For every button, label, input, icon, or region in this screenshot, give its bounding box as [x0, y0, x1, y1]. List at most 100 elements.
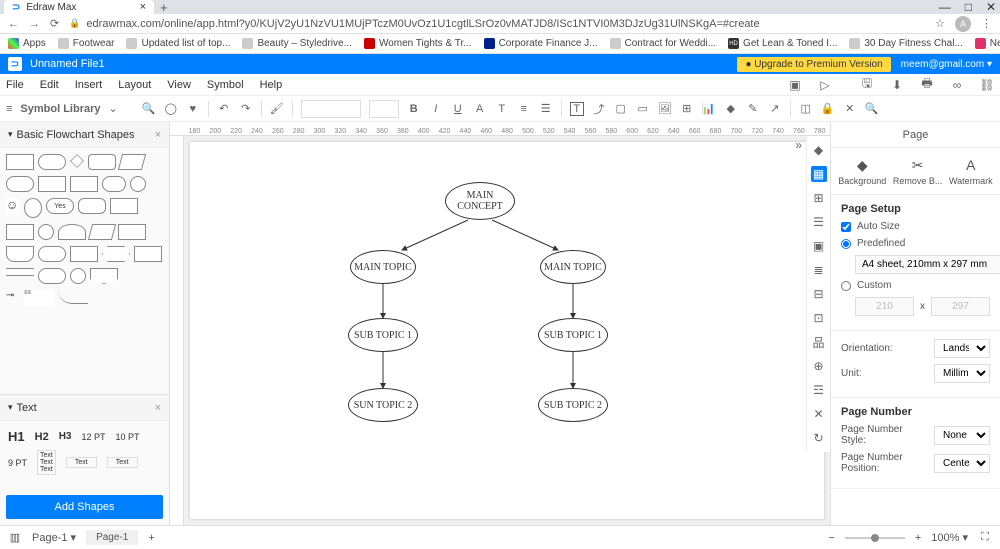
shape-item[interactable] — [6, 176, 34, 192]
node-sub-3[interactable]: SUN TOPIC 2 — [348, 388, 418, 422]
bookmark-item[interactable]: HDGet Lean & Toned I... — [728, 38, 837, 49]
tab-background[interactable]: ◆Background — [838, 156, 886, 186]
forward-icon[interactable]: → — [29, 18, 40, 30]
text-block[interactable]: Text — [107, 457, 138, 468]
menu-file[interactable]: File — [6, 79, 24, 91]
text-block[interactable]: Text — [66, 457, 97, 468]
text-format-icon[interactable]: T — [495, 102, 509, 116]
shape-item[interactable] — [6, 268, 34, 276]
shape-item[interactable] — [70, 176, 98, 192]
close-icon[interactable]: × — [140, 1, 146, 13]
minimize-icon[interactable]: — — [939, 0, 951, 14]
zoom-level[interactable]: 100% ▾ — [931, 531, 968, 544]
shape-item[interactable]: ≡≡ — [24, 290, 54, 306]
settings-icon[interactable]: ✕ — [811, 406, 827, 422]
shape-item[interactable]: Yes — [46, 198, 74, 214]
crop-icon[interactable]: ◫ — [799, 102, 813, 116]
h3-style[interactable]: H3 — [59, 431, 72, 442]
orientation-select[interactable]: Lands... — [934, 339, 990, 358]
menu-symbol[interactable]: Symbol — [207, 79, 244, 91]
redo-icon[interactable]: ↷ — [239, 102, 253, 116]
group-icon[interactable]: 品 — [811, 334, 827, 350]
shape-item[interactable] — [38, 176, 66, 192]
shape-item[interactable] — [118, 224, 146, 240]
search-icon[interactable]: 🔍 — [865, 102, 879, 116]
lock-icon[interactable]: 🔒 — [821, 102, 835, 116]
bold-icon[interactable]: B — [407, 102, 421, 116]
bookmark-item[interactable]: Negin Mirsalehi (@... — [975, 38, 1000, 49]
shape-item[interactable] — [110, 198, 138, 214]
h1-style[interactable]: H1 — [8, 429, 25, 444]
theme-tool-icon[interactable]: ▦ — [811, 166, 827, 182]
image-icon[interactable]: 🖼 — [658, 102, 672, 116]
shape-item[interactable] — [88, 224, 116, 240]
zoom-slider[interactable] — [845, 537, 905, 539]
node-main-2[interactable]: MAIN TOPIC — [540, 250, 606, 284]
menu-layout[interactable]: Layout — [118, 79, 151, 91]
predefined-radio[interactable] — [841, 239, 851, 249]
save-icon[interactable]: 🖫 — [860, 78, 874, 92]
shape-item[interactable] — [24, 198, 42, 218]
library-icon[interactable]: ≡ — [6, 103, 12, 115]
shape-item[interactable] — [6, 246, 34, 262]
link-icon[interactable]: ⛓ — [980, 78, 994, 92]
align-icon[interactable]: ≡ — [517, 102, 531, 116]
present-icon[interactable]: ▣ — [788, 78, 802, 92]
star-icon[interactable]: ☆ — [935, 17, 945, 30]
shape-item[interactable] — [38, 224, 54, 240]
shape-tool-icon[interactable]: ▢ — [614, 102, 628, 116]
shape-item[interactable] — [70, 246, 98, 262]
pt9-style[interactable]: 9 PT — [8, 458, 27, 468]
custom-radio[interactable] — [841, 281, 851, 291]
shape-item[interactable] — [102, 246, 130, 262]
layers-icon[interactable]: ≣ — [811, 262, 827, 278]
shape-item[interactable] — [58, 290, 88, 304]
page-tool-icon[interactable]: ▣ — [811, 238, 827, 254]
node-sub-4[interactable]: SUB TOPIC 2 — [538, 388, 608, 422]
paper-size-select[interactable] — [855, 255, 1000, 274]
h2-style[interactable]: H2 — [35, 431, 49, 443]
distribute-icon[interactable]: ⊡ — [811, 310, 827, 326]
auto-size-checkbox[interactable] — [841, 222, 851, 232]
tools-icon[interactable]: ✕ — [843, 102, 857, 116]
pn-pos-select[interactable]: Center — [934, 454, 990, 473]
font-size-input[interactable] — [369, 100, 399, 118]
zoom-in-button[interactable]: + — [915, 532, 921, 544]
chart-icon[interactable]: 📊 — [702, 102, 716, 116]
shape-item[interactable] — [90, 268, 118, 284]
user-email[interactable]: meem@gmail.com ▾ — [901, 59, 992, 70]
fill-icon[interactable]: ◆ — [724, 102, 738, 116]
font-color-icon[interactable]: A — [473, 102, 487, 116]
menu-help[interactable]: Help — [260, 79, 283, 91]
shape-item[interactable]: ⊸ — [6, 290, 20, 306]
apps-bookmark[interactable]: Apps — [8, 38, 46, 49]
node-root[interactable]: MAIN CONCEPT — [445, 182, 515, 220]
node-main-1[interactable]: MAIN TOPIC — [350, 250, 416, 284]
shape-item[interactable] — [6, 154, 34, 170]
close-window-icon[interactable]: ✕ — [986, 0, 996, 14]
bookmark-item[interactable]: Women Tights & Tr... — [364, 38, 472, 49]
align-tool-icon[interactable]: ⊟ — [811, 286, 827, 302]
add-page-button[interactable]: + — [148, 532, 154, 544]
chevron-down-icon[interactable]: ⌄ — [109, 102, 118, 115]
unit-select[interactable]: Millim... — [934, 364, 990, 383]
shape-item[interactable] — [38, 154, 66, 170]
menu-view[interactable]: View — [167, 79, 191, 91]
maximize-icon[interactable]: □ — [965, 0, 972, 14]
font-family-input[interactable] — [301, 100, 361, 118]
bookmark-item[interactable]: 30 Day Fitness Chal... — [849, 38, 962, 49]
browser-tab[interactable]: ⊃ Edraw Max × — [4, 0, 154, 14]
pages-icon[interactable]: ▥ — [8, 531, 22, 545]
heart-icon[interactable]: ♥ — [186, 102, 200, 116]
shape-item[interactable] — [38, 268, 66, 284]
print-icon[interactable]: 🖶 — [920, 78, 934, 92]
bookmark-item[interactable]: Corporate Finance J... — [484, 38, 598, 49]
list-icon[interactable]: ☰ — [539, 102, 553, 116]
bookmark-item[interactable]: Updated list of top... — [126, 38, 230, 49]
share-icon[interactable]: ∞ — [950, 78, 964, 92]
add-shapes-button[interactable]: Add Shapes — [6, 495, 163, 519]
zoom-out-icon[interactable]: ◯ — [164, 102, 178, 116]
symbol-library-label[interactable]: Symbol Library — [20, 103, 100, 115]
tab-remove-bg[interactable]: ✂Remove B... — [893, 156, 943, 186]
reload-icon[interactable]: ⟳ — [50, 17, 59, 30]
